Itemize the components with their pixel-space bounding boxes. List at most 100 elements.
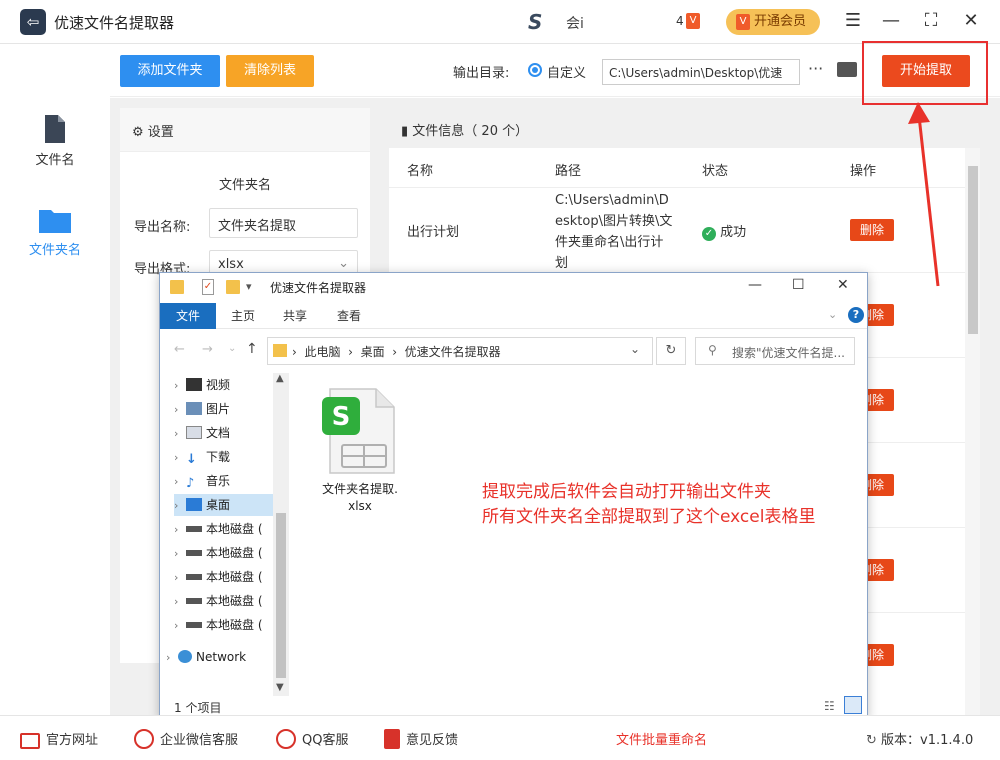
sidebar: 文件名 文件夹名 [0,45,110,715]
nav-item-local-disk[interactable]: › 本地磁盘 ( [174,590,274,612]
sidebar-item-filename[interactable]: 文件名 [0,115,110,168]
qq-link[interactable]: QQ客服 [276,729,348,749]
export-format-value: xlsx [218,257,244,272]
nav-item-label: 桌面 [206,498,231,512]
batch-rename-link[interactable]: 文件批量重命名 [616,729,707,748]
up-arrow-icon[interactable]: ↑ [246,341,258,357]
custom-radio[interactable] [528,63,542,77]
maximize-icon[interactable]: ⛶ [920,10,942,31]
file-list-scrollbar[interactable] [965,148,980,715]
title-bar: ⇦ 优速文件名提取器 S 会i 4 V V 开通会员 ☰ — ⛶ ✕ [0,0,1000,44]
nav-item-local-disk[interactable]: › 本地磁盘 ( [174,566,274,588]
nav-item-desktop[interactable]: › 桌面 [174,494,274,516]
breadcrumb-separator-icon: › [392,345,398,359]
close-icon[interactable]: ✕ [960,10,982,31]
address-folder-icon [273,344,287,357]
scroll-down-icon[interactable]: ▼ [276,682,284,693]
address-bar[interactable]: › 此电脑 › 桌面 › 优速文件名提取器 ⌄ [267,337,653,365]
chevron-right-icon: › [174,619,179,632]
custom-radio-label[interactable]: 自定义 [547,62,586,81]
details-view-icon[interactable]: ☷ [824,699,835,713]
tab-view[interactable]: 查看 [328,303,370,329]
nav-item-label: 文档 [206,426,231,440]
nav-item-videos[interactable]: › 视频 [174,374,274,396]
ribbon-expand-icon[interactable]: ⌄ [828,308,837,321]
download-icon: ↓ [186,452,197,467]
nav-item-network[interactable]: › Network [166,646,266,668]
explorer-close-icon[interactable]: ✕ [837,277,849,293]
refresh-icon[interactable]: ↻ [656,337,686,365]
search-input[interactable]: ⚲ 搜索"优速文件名提... [695,337,855,365]
export-name-input[interactable]: 文件夹名提取 [209,208,358,238]
annotation-text: 提取完成后软件会自动打开输出文件夹 所有文件夹名全部提取到了这个excel表格里 [482,480,815,530]
open-folder-icon[interactable] [837,62,857,77]
nav-item-downloads[interactable]: › ↓ 下载 [174,446,274,468]
help-icon[interactable]: ? [848,307,864,323]
breadcrumb-item[interactable]: 桌面 [361,345,385,359]
quick-access-dropdown-icon[interactable]: ▾ [246,280,252,293]
scroll-thumb[interactable] [968,166,978,334]
nav-scroll-thumb[interactable] [276,513,286,678]
qq-label: QQ客服 [302,733,349,748]
chevron-right-icon: › [174,547,179,560]
tab-home[interactable]: 主页 [222,303,264,329]
tab-file[interactable]: 文件 [160,303,216,329]
breadcrumb-item[interactable]: 此电脑 [304,345,340,359]
nav-item-label: 本地磁盘 ( [206,570,263,584]
drive-icon [186,574,202,580]
export-name-label: 导出名称: [134,220,191,235]
wechat-label: 企业微信客服 [160,733,239,748]
more-options-button[interactable]: ··· [808,59,823,78]
new-folder-icon[interactable] [226,280,240,294]
chevron-right-icon: › [174,475,179,488]
chevron-right-icon: › [174,571,179,584]
feedback-icon [384,729,400,749]
svg-text:S: S [332,402,351,432]
version-label: 版本：v1.1.4.0 [881,733,974,748]
vip-crown-icon: V [736,14,750,30]
xlsx-file-item[interactable]: S 文件夹名提取.xlsx [310,385,410,515]
drive-icon [186,598,202,604]
forward-arrow-icon[interactable]: → [202,342,213,357]
nav-item-pictures[interactable]: › 图片 [174,398,274,420]
open-vip-button[interactable]: V 开通会员 [726,9,820,35]
large-icons-view-icon[interactable] [844,696,862,714]
nav-item-local-disk[interactable]: › 本地磁盘 ( [174,614,274,636]
back-arrow-icon[interactable]: ← [174,342,185,357]
menu-icon[interactable]: ☰ [842,10,864,31]
delete-button[interactable]: 删除 [850,219,894,241]
website-link[interactable]: 官方网址 [20,729,98,749]
tab-share[interactable]: 共享 [274,303,316,329]
nav-scrollbar[interactable]: ▲ ▼ [273,373,289,696]
refresh-version-icon[interactable]: ↻ [866,733,877,748]
chevron-right-icon: › [174,427,179,440]
breadcrumb: › 此电脑 › 桌面 › 优速文件名提取器 [292,343,501,360]
clear-list-button[interactable]: 清除列表 [226,55,314,87]
properties-icon[interactable]: ✓ [202,279,214,295]
user-name[interactable]: 会i [566,13,584,33]
explorer-maximize-icon[interactable]: ☐ [792,277,805,293]
xlsx-file-icon: S [322,388,395,474]
breadcrumb-item[interactable]: 优速文件名提取器 [405,345,501,359]
chevron-right-icon: › [174,379,179,392]
scroll-up-icon[interactable]: ▲ [276,373,284,384]
nav-item-local-disk[interactable]: › 本地磁盘 ( [174,542,274,564]
address-dropdown-icon[interactable]: ⌄ [630,342,640,356]
output-path-field[interactable]: C:\Users\admin\Desktop\优速 [602,59,800,85]
feedback-link[interactable]: 意见反馈 [384,729,458,749]
nav-item-local-disk[interactable]: › 本地磁盘 ( [174,518,274,540]
desktop-icon [186,498,202,511]
explorer-minimize-icon[interactable]: — [748,277,762,293]
sidebar-item-label: 文件夹名 [28,243,81,258]
nav-item-documents[interactable]: › 文档 [174,422,274,444]
recent-dropdown-icon[interactable]: ⌄ [228,343,236,354]
sidebar-item-foldername[interactable]: 文件夹名 [0,207,110,258]
wechat-link[interactable]: 企业微信客服 [134,729,238,749]
user-logo-icon: S [528,10,543,34]
nav-item-music[interactable]: › ♪ 音乐 [174,470,274,492]
column-header-action: 操作 [850,164,877,179]
minimize-icon[interactable]: — [880,10,902,31]
version-info: ↻ 版本：v1.1.4.0 [866,729,973,748]
nav-item-label: 本地磁盘 ( [206,618,263,632]
add-folder-button[interactable]: 添加文件夹 [120,55,220,87]
